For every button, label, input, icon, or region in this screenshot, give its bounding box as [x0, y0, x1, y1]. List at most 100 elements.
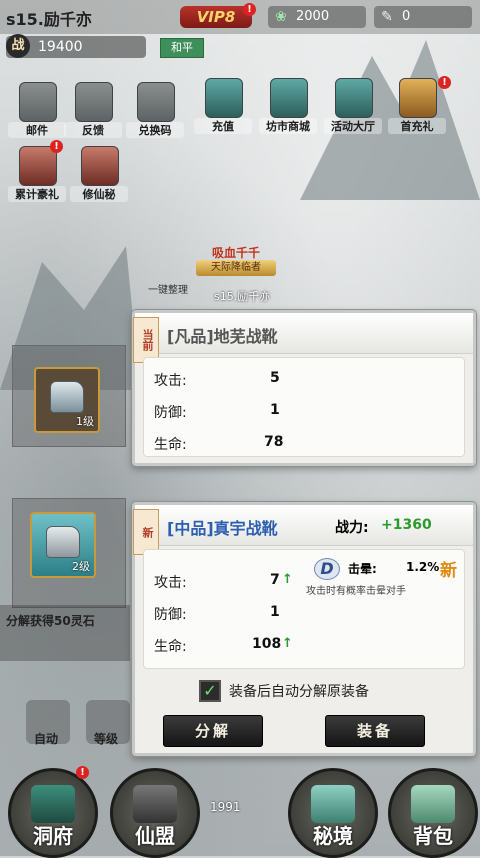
slot-level: 1级 [76, 415, 94, 428]
market-button[interactable]: 坊市商城 [259, 78, 317, 144]
nav-label: 秘境 [313, 824, 353, 848]
new-item-name: [中品]真宇战靴 [167, 519, 278, 538]
recharge-button[interactable]: 充值 [194, 78, 252, 144]
first-recharge-badge: ! [438, 76, 451, 89]
feature-label: 充值 [194, 118, 252, 134]
skill-new-badge: 新 [440, 561, 457, 581]
item-currency[interactable]: ✎ 0 [374, 6, 472, 28]
boot-icon [46, 526, 80, 558]
gift-pile-icon [19, 146, 57, 186]
feedback-button[interactable]: 反馈 [64, 82, 122, 148]
power-change-value: +1360 [381, 517, 432, 533]
nav-cave-badge: ! [76, 766, 89, 779]
stat-value: 78 [264, 434, 284, 450]
cumulative-gift-badge: ! [50, 140, 63, 153]
decompose-button[interactable]: 分解 [163, 715, 263, 747]
mail-button[interactable]: 邮件 [8, 82, 66, 148]
grade-label: 等级 [94, 732, 119, 746]
hall-icon [335, 78, 373, 118]
auto-label: 自动 [34, 732, 59, 746]
old-equipment-slot[interactable]: 1级 [34, 367, 100, 433]
nav-guild[interactable]: 仙盟 [110, 768, 200, 858]
current-stats: 攻击: 5 防御: 1 生命: 78 [143, 357, 465, 457]
flame-icon [81, 146, 119, 186]
feature-label: 坊市商城 [259, 118, 317, 134]
current-item-name: [凡品]地芜战靴 [167, 327, 278, 346]
stat-value: 1 [270, 402, 280, 418]
nav-secret-realm[interactable]: 秘境 [288, 768, 378, 858]
cultivation-button[interactable]: 修仙秘 [70, 146, 128, 212]
feature-label: 修仙秘 [70, 186, 128, 202]
market-icon [270, 78, 308, 118]
stat-value: 5 [270, 370, 280, 386]
gift-code-icon [137, 82, 175, 122]
stat-label: 攻击: [154, 373, 187, 389]
skill-description: 攻击时有概率击晕对手 [306, 586, 406, 597]
nav-cave[interactable]: 洞府 [8, 768, 98, 858]
mail-icon [19, 82, 57, 122]
guild-icon [133, 785, 177, 823]
jade-icon: ❀ [275, 9, 287, 25]
redeem-code-button[interactable]: 兑换码 [126, 82, 184, 148]
stat-value: 1 [270, 604, 280, 620]
nav-label: 洞府 [33, 824, 73, 848]
skill-icon: D [314, 558, 340, 580]
new-stats: 攻击: 7 ↑ 防御: 1 生命: 108 ↑ D 击晕: 1.2% 新 攻击时… [143, 549, 465, 669]
nav-label: 仙盟 [135, 824, 175, 848]
equip-button[interactable]: 装备 [325, 715, 425, 747]
auto-decompose-label: 装备后自动分解原装备 [229, 684, 369, 700]
cumulative-gift-button[interactable]: 累计豪礼 [8, 146, 66, 212]
new-equipment-slot[interactable]: 2级 [30, 512, 96, 578]
stat-value: 7 [270, 572, 280, 588]
skill-chance: 1.2% [406, 560, 440, 574]
guild-name: 吸血千千 [211, 246, 260, 260]
stat-value: 108 [252, 636, 282, 652]
feature-label: 反馈 [64, 122, 122, 138]
vip-button[interactable]: VIP8 [180, 6, 252, 28]
power-icon: 战 [6, 34, 30, 58]
activity-hall-button[interactable]: 活动大厅 [324, 78, 382, 144]
feature-label: 活动大厅 [324, 118, 382, 134]
nav-backpack[interactable]: 背包 [388, 768, 478, 858]
stat-label: 防御: [154, 405, 187, 421]
item-amount: 0 [402, 9, 411, 24]
first-recharge-button[interactable]: 首充礼 [388, 78, 446, 144]
cave-icon [31, 785, 75, 823]
bag-icon [411, 785, 455, 823]
decompose-hint: 分解获得50灵石 [6, 614, 95, 628]
mountain-icon [311, 785, 355, 823]
feature-label: 邮件 [8, 122, 66, 138]
new-equipment-panel: 新 [中品]真宇战靴 战力: +1360 攻击: 7 ↑ 防御: 1 生命: 1… [132, 502, 476, 756]
nav-label: 背包 [413, 824, 453, 848]
stat-up-arrow: ↑ [282, 636, 293, 651]
pavilion-icon [205, 78, 243, 118]
vip-badge: ! [243, 3, 256, 16]
boot-icon [50, 381, 84, 413]
jade-amount: 2000 [296, 9, 330, 24]
guild-title: 吸血千千 天际降临者 [190, 244, 282, 280]
combat-power: 战 19400 [6, 34, 146, 58]
stat-label: 生命: [154, 639, 187, 655]
guild-subtitle: 天际降临者 [196, 260, 276, 276]
character-name: s15.励千亦 [214, 290, 271, 303]
feature-label: 累计豪礼 [8, 186, 66, 202]
tidy-label[interactable]: 一键整理 [148, 281, 188, 296]
current-equipment-panel: 当前 [凡品]地芜战靴 攻击: 5 防御: 1 生命: 78 [132, 310, 476, 466]
stat-label: 攻击: [154, 575, 187, 591]
jade-currency[interactable]: ❀ 2000 [268, 6, 366, 28]
power-value: 19400 [38, 39, 83, 55]
treasure-chest-icon [399, 78, 437, 118]
feature-label: 首充礼 [388, 118, 446, 134]
slot-level: 2级 [72, 560, 90, 573]
auto-decompose-checkbox[interactable]: ✓ [199, 680, 221, 702]
coin-count: 1991 [210, 800, 241, 814]
stat-up-arrow: ↑ [282, 572, 293, 587]
peace-mode-toggle[interactable]: 和平 [160, 38, 204, 58]
power-change-label: 战力: [335, 520, 369, 536]
server-name: s15.励千亦 [6, 10, 92, 29]
skill-name: 击晕: [348, 562, 377, 576]
book-icon [75, 82, 113, 122]
stat-label: 防御: [154, 607, 187, 623]
feature-label: 兑换码 [126, 122, 184, 138]
stat-label: 生命: [154, 437, 187, 453]
